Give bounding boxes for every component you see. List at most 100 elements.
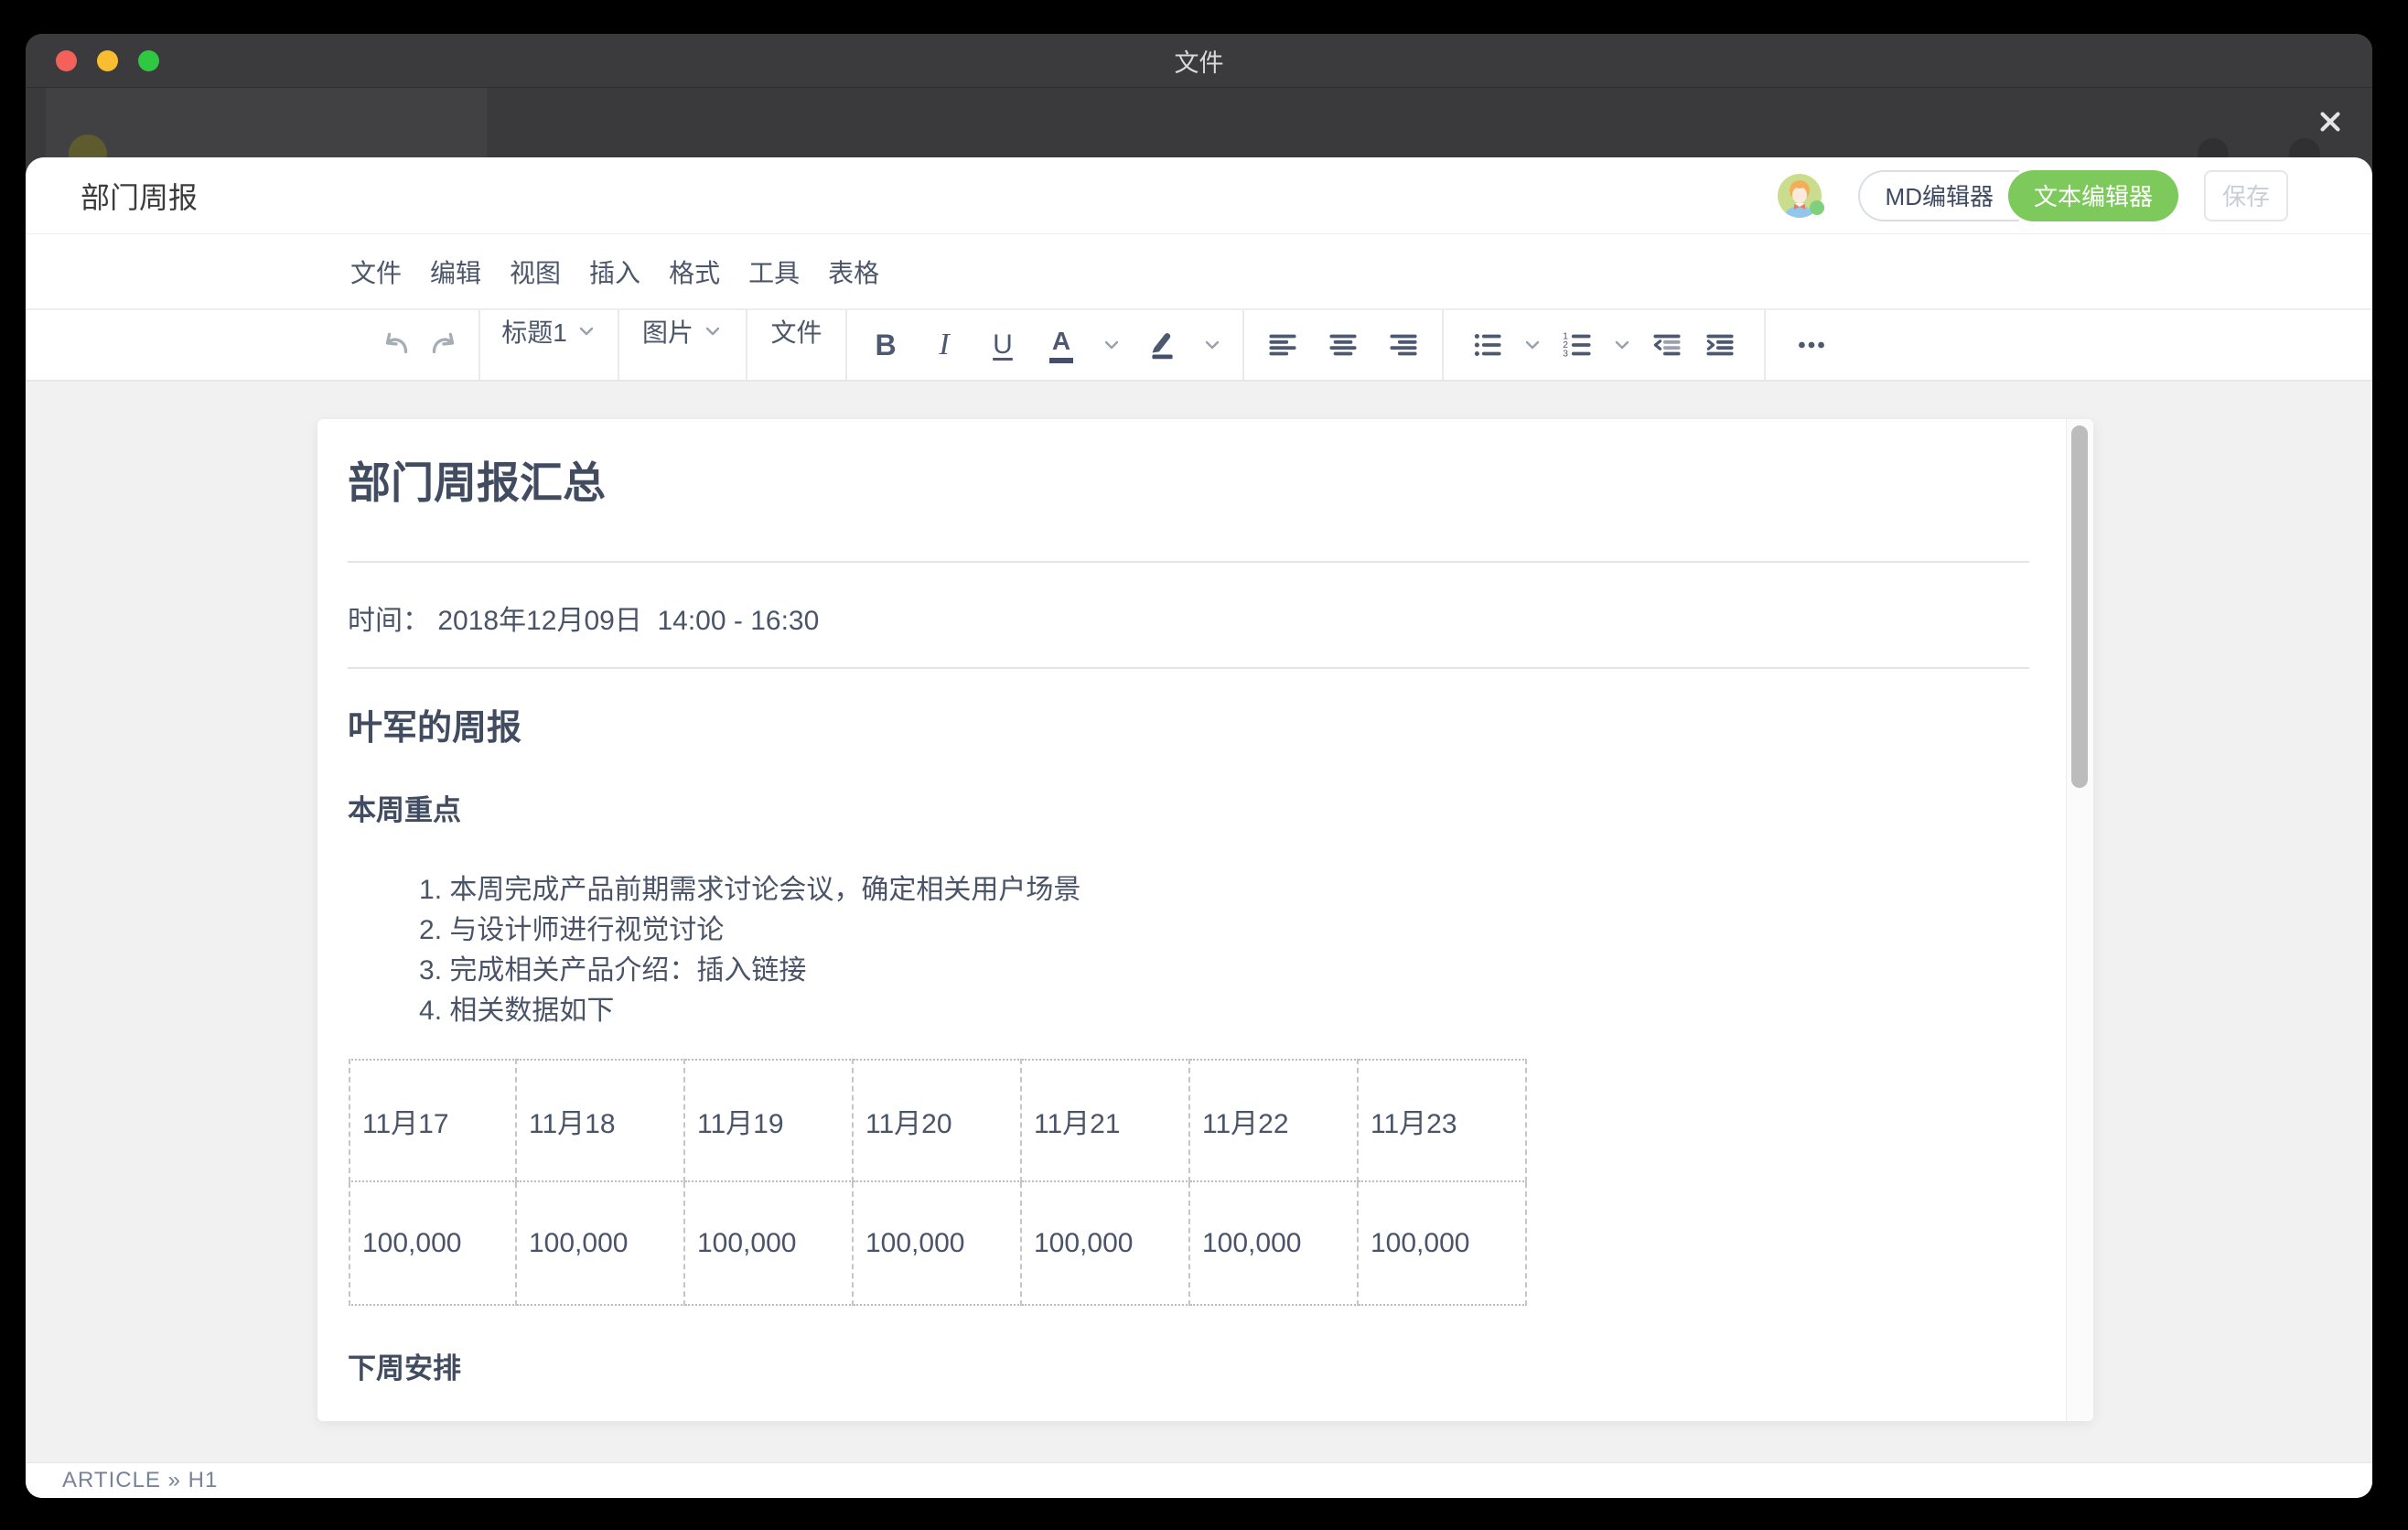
minimize-window-button[interactable] <box>97 50 118 71</box>
doc-heading-1: 部门周报汇总 <box>348 458 2029 509</box>
document-body: 部门周报汇总 时间： 2018年12月09日 14:00 - 16:30 叶军的… <box>317 419 2066 1421</box>
numbered-list-button[interactable]: 123 <box>1557 324 1597 366</box>
align-left-button[interactable] <box>1263 324 1303 366</box>
file-attach-button[interactable]: 文件 <box>747 310 845 352</box>
bold-button[interactable]: B <box>865 324 906 366</box>
undo-icon <box>379 328 414 362</box>
history-group <box>350 310 478 380</box>
align-right-button[interactable] <box>1383 324 1424 366</box>
table-cell[interactable]: 11月21 <box>1022 1059 1190 1182</box>
menu-edit[interactable]: 编辑 <box>430 253 481 290</box>
table-cell[interactable]: 100,000 <box>517 1182 685 1306</box>
table-cell[interactable]: 11月19 <box>685 1059 854 1182</box>
redo-icon <box>426 328 461 362</box>
user-avatar[interactable] <box>1778 174 1822 218</box>
table-cell[interactable]: 100,000 <box>349 1182 517 1306</box>
scrollbar-track[interactable] <box>2066 419 2093 1421</box>
bullet-list-icon <box>1470 328 1505 362</box>
bullet-list-dropdown[interactable] <box>1521 324 1544 366</box>
online-status-dot <box>1810 200 1824 215</box>
menu-insert[interactable]: 插入 <box>589 253 640 290</box>
table-cell[interactable]: 11月22 <box>1190 1059 1359 1182</box>
chevron-down-icon <box>1522 335 1543 355</box>
table-cell[interactable]: 100,000 <box>854 1182 1022 1306</box>
formatting-toolbar: 标题1 图片 文件 B <box>26 308 2372 382</box>
close-icon[interactable] <box>2310 102 2350 142</box>
titlebar: 文件 <box>26 34 2372 88</box>
undo-button[interactable] <box>376 324 416 366</box>
table-row: 100,000 100,000 100,000 100,000 100,000 … <box>349 1182 1527 1306</box>
table-cell[interactable]: 100,000 <box>1190 1182 1359 1306</box>
breadcrumb: ARTICLE » H1 <box>62 1468 218 1493</box>
chevron-down-icon <box>1202 335 1222 355</box>
table-row: 11月17 11月18 11月19 11月20 11月21 11月22 11月2… <box>349 1059 1527 1182</box>
horizontal-rule <box>348 561 2029 563</box>
scrollbar-thumb[interactable] <box>2071 426 2088 788</box>
editor-content-area: 部门周报汇总 时间： 2018年12月09日 14:00 - 16:30 叶军的… <box>26 382 2372 1462</box>
numbered-list-dropdown[interactable] <box>1610 324 1634 366</box>
chevron-down-icon <box>1612 335 1632 355</box>
editor-mode-toggle: MD编辑器 文本编辑器 <box>1858 170 2178 221</box>
menu-view[interactable]: 视图 <box>510 253 561 290</box>
font-color-icon: A <box>1049 327 1073 363</box>
svg-text:3: 3 <box>1563 349 1568 360</box>
table-cell[interactable]: 11月17 <box>349 1059 517 1182</box>
indent-button[interactable] <box>1700 324 1740 366</box>
menu-format[interactable]: 格式 <box>669 253 720 290</box>
document-title: 部门周报 <box>81 175 198 217</box>
list-item: 与设计师进行视觉讨论 <box>419 910 2029 951</box>
modal-header: 部门周报 <box>26 157 2372 234</box>
chevron-down-icon <box>703 321 723 341</box>
table-cell[interactable]: 11月20 <box>854 1059 1022 1182</box>
indent-icon <box>1703 328 1737 362</box>
list-item: 完成相关产品介绍：插入链接 <box>419 951 2029 991</box>
menu-tools[interactable]: 工具 <box>748 253 800 290</box>
close-window-button[interactable] <box>56 50 77 71</box>
doc-section-heading: 叶军的周报 <box>348 706 2029 751</box>
table-cell[interactable]: 11月18 <box>517 1059 685 1182</box>
italic-button[interactable]: I <box>924 324 964 366</box>
more-options-button[interactable] <box>1791 324 1832 366</box>
highlight-button[interactable] <box>1142 324 1182 366</box>
list-item: 本周完成产品前期需求讨论会议，确定相关用户场景 <box>419 870 2029 910</box>
heading-dropdown[interactable]: 标题1 <box>480 310 618 352</box>
header-controls: MD编辑器 文本编辑器 保存 <box>1778 170 2288 221</box>
table-cell[interactable]: 100,000 <box>1022 1182 1190 1306</box>
table-cell[interactable]: 11月23 <box>1359 1059 1527 1182</box>
dimmed-backdrop <box>26 88 2372 157</box>
outdent-icon <box>1650 328 1684 362</box>
screen: 文件 部门周报 <box>0 0 2408 1530</box>
underline-button[interactable]: U <box>983 324 1023 366</box>
chevron-down-icon <box>576 321 597 341</box>
list-group: 123 <box>1444 310 1764 380</box>
document-card[interactable]: 部门周报汇总 时间： 2018年12月09日 14:00 - 16:30 叶军的… <box>317 419 2093 1421</box>
window-title: 文件 <box>1175 43 1224 79</box>
app-window: 文件 部门周报 <box>26 34 2372 1498</box>
text-editor-button[interactable]: 文本编辑器 <box>2008 170 2178 221</box>
chevron-down-icon <box>1102 335 1122 355</box>
bullet-list-button[interactable] <box>1467 324 1508 366</box>
doc-data-table[interactable]: 11月17 11月18 11月19 11月20 11月21 11月22 11月2… <box>349 1059 1527 1306</box>
align-group <box>1244 310 1442 380</box>
menu-bar: 文件 编辑 视图 插入 格式 工具 表格 <box>26 234 2372 308</box>
status-bar: ARTICLE » H1 <box>26 1462 2372 1498</box>
redo-button[interactable] <box>424 324 464 366</box>
font-color-button[interactable]: A <box>1041 324 1081 366</box>
outdent-button[interactable] <box>1647 324 1687 366</box>
editor-modal: 部门周报 <box>26 157 2372 1498</box>
align-right-icon <box>1386 328 1421 362</box>
md-editor-button[interactable]: MD编辑器 <box>1858 170 2019 221</box>
image-dropdown[interactable]: 图片 <box>619 310 746 352</box>
save-button[interactable]: 保存 <box>2204 170 2288 221</box>
horizontal-rule <box>348 667 2029 669</box>
menu-table[interactable]: 表格 <box>828 253 879 290</box>
table-cell[interactable]: 100,000 <box>685 1182 854 1306</box>
menu-file[interactable]: 文件 <box>350 253 402 290</box>
highlighter-icon <box>1145 328 1179 362</box>
align-center-button[interactable] <box>1323 324 1363 366</box>
zoom-window-button[interactable] <box>138 50 159 71</box>
font-color-dropdown[interactable] <box>1100 324 1123 366</box>
table-cell[interactable]: 100,000 <box>1359 1182 1527 1306</box>
doc-subsection-heading: 本周重点 <box>348 792 2029 830</box>
highlight-dropdown[interactable] <box>1200 324 1224 366</box>
